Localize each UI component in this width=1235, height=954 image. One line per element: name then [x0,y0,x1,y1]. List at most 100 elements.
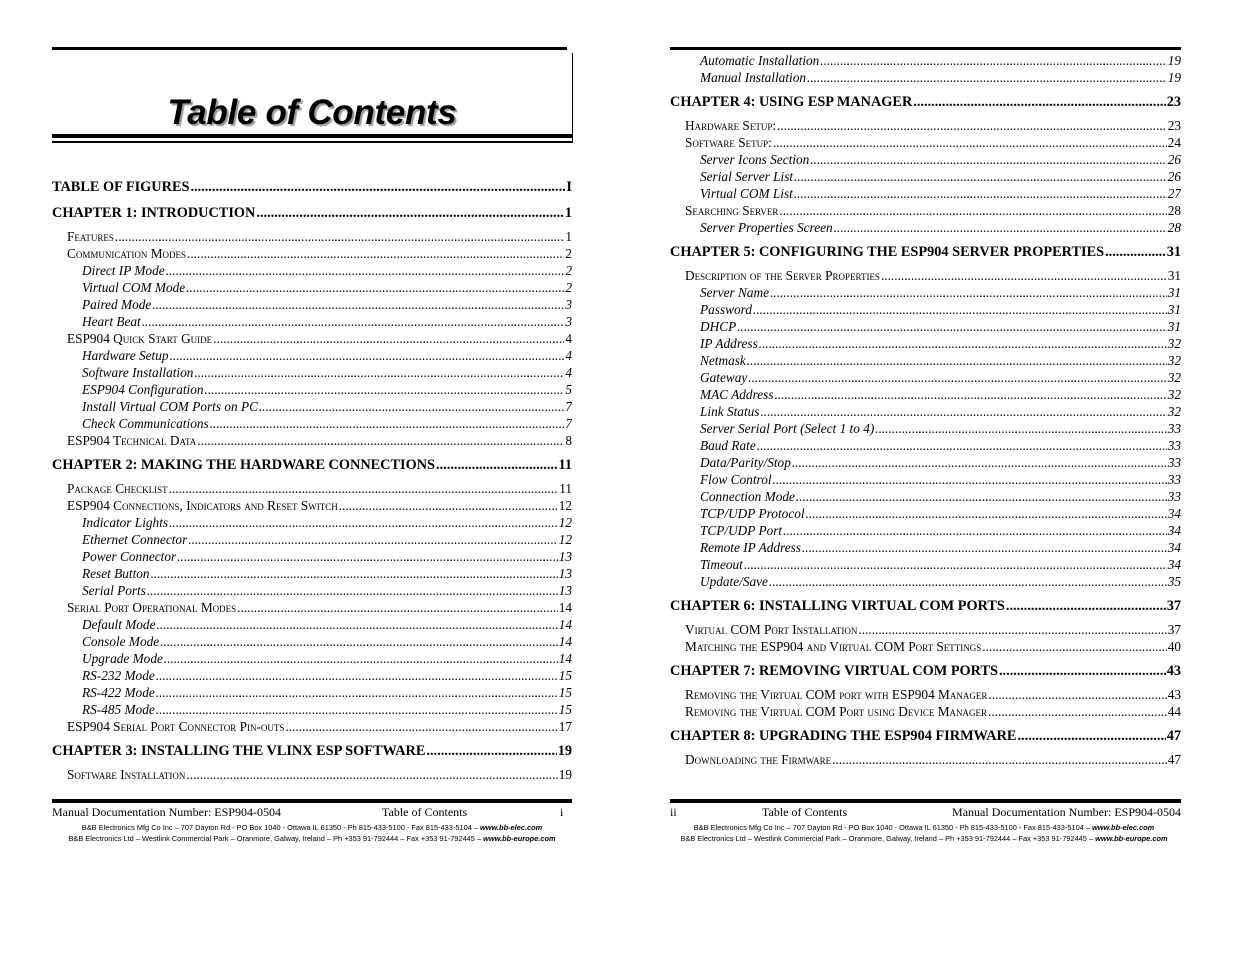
toc-section-entry[interactable]: ESP904 Quick Start Guide 4 [52,330,572,347]
toc-entry-label: Automatic Installation [700,53,820,68]
toc-chapter-entry[interactable]: CHAPTER 1: INTRODUCTION 1 [52,204,572,223]
toc-section-entry[interactable]: Downloading the Firmware 47 [670,751,1181,768]
toc-subsection-entry[interactable]: Automatic Installation 19 [670,52,1181,69]
toc-subsection-entry[interactable]: Heart Beat 3 [52,313,572,330]
toc-entry-page-number: 3 [565,297,572,312]
title-bottom-rule [52,134,573,138]
toc-chapter-entry[interactable]: CHAPTER 6: INSTALLING VIRTUAL COM PORTS 3… [670,597,1181,616]
toc-entry-page-number: 33 [1167,489,1181,504]
toc-subsection-entry[interactable]: IP Address 32 [670,335,1181,352]
toc-section-entry[interactable]: Package Checklist 11 [52,480,572,497]
toc-section-entry[interactable]: Hardware Setup: 23 [670,117,1181,134]
toc-subsection-entry[interactable]: Power Connector 13 [52,548,572,565]
toc-subsection-entry[interactable]: DHCP 31 [670,318,1181,335]
toc-chapter-entry[interactable]: TABLE OF FIGURES I [52,178,572,197]
toc-subsection-entry[interactable]: Serial Server List 26 [670,168,1181,185]
toc-section-entry[interactable]: ESP904 Serial Port Connector Pin-outs 17 [52,718,572,735]
dot-leader [858,621,1166,638]
toc-subsection-entry[interactable]: TCP/UDP Port 34 [670,522,1181,539]
toc-subsection-entry[interactable]: Gateway 32 [670,369,1181,386]
toc-subsection-entry[interactable]: Netmask 32 [670,352,1181,369]
toc-section-entry[interactable]: Software Setup: 24 [670,134,1181,151]
toc-section-entry[interactable]: Removing the Virtual COM Port using Devi… [670,703,1181,720]
dot-leader [142,313,565,330]
toc-entry-label: Matching the ESP904 and Virtual COM Port… [685,639,982,654]
toc-subsection-entry[interactable]: RS-232 Mode 15 [52,667,572,684]
toc-subsection-entry[interactable]: Server Properties Screen 28 [670,219,1181,236]
toc-section-entry[interactable]: Virtual COM Port Installation 37 [670,621,1181,638]
toc-chapter-entry[interactable]: CHAPTER 7: REMOVING VIRTUAL COM PORTS 43 [670,662,1181,681]
dot-leader [169,480,559,497]
toc-section-entry[interactable]: Matching the ESP904 and Virtual COM Port… [670,638,1181,655]
toc-section-entry[interactable]: Removing the Virtual COM port with ESP90… [670,686,1181,703]
toc-subsection-entry[interactable]: Flow Control 33 [670,471,1181,488]
toc-subsection-entry[interactable]: Upgrade Mode 14 [52,650,572,667]
eu-website-link[interactable]: www.bb-europe.com [1095,834,1167,843]
toc-subsection-entry[interactable]: Connection Mode 33 [670,488,1181,505]
toc-entry-page-number: 34 [1167,523,1181,538]
toc-chapter-entry[interactable]: CHAPTER 5: CONFIGURING THE ESP904 SERVER… [670,243,1181,262]
dot-leader [792,454,1167,471]
toc-section-entry[interactable]: Communication Modes 2 [52,245,572,262]
toc-subsection-entry[interactable]: MAC Address 32 [670,386,1181,403]
us-website-link[interactable]: www.bb-elec.com [1092,823,1154,832]
toc-subsection-entry[interactable]: RS-422 Mode 15 [52,684,572,701]
toc-subsection-entry[interactable]: Timeout 34 [670,556,1181,573]
toc-chapter-entry[interactable]: CHAPTER 8: UPGRADING THE ESP904 FIRMWARE… [670,727,1181,746]
toc-subsection-entry[interactable]: Indicator Lights 12 [52,514,572,531]
toc-subsection-entry[interactable]: ESP904 Configuration 5 [52,381,572,398]
toc-subsection-entry[interactable]: Software Installation 4 [52,364,572,381]
toc-section-entry[interactable]: Description of the Server Properties 31 [670,267,1181,284]
toc-subsection-entry[interactable]: Reset Button 13 [52,565,572,582]
toc-entry-label: Heart Beat [82,314,141,329]
dot-leader [802,539,1167,556]
toc-entry-label: Reset Button [82,566,150,581]
toc-section-entry[interactable]: Features 1 [52,228,572,245]
toc-subsection-entry[interactable]: Console Mode 14 [52,633,572,650]
toc-subsection-entry[interactable]: Remote IP Address 34 [670,539,1181,556]
us-website-link[interactable]: www.bb-elec.com [480,823,542,832]
toc-subsection-entry[interactable]: Server Name 31 [670,284,1181,301]
toc-subsection-entry[interactable]: Ethernet Connector 12 [52,531,572,548]
toc-chapter-entry[interactable]: CHAPTER 4: USING ESP MANAGER 23 [670,93,1181,112]
toc-entry-label: Baud Rate [700,438,756,453]
toc-subsection-entry[interactable]: Default Mode 14 [52,616,572,633]
toc-subsection-entry[interactable]: Paired Mode 3 [52,296,572,313]
footer-doc-number: Manual Documentation Number: ESP904-0504 [952,805,1181,819]
toc-subsection-entry[interactable]: Manual Installation 19 [670,69,1181,86]
toc-subsection-entry[interactable]: Server Serial Port (Select 1 to 4) 33 [670,420,1181,437]
dot-leader [757,437,1167,454]
toc-subsection-entry[interactable]: Check Communications 7 [52,415,572,432]
toc-subsection-entry[interactable]: Update/Save 35 [670,573,1181,590]
toc-entry-page-number: 32 [1167,387,1181,402]
toc-chapter-entry[interactable]: CHAPTER 2: MAKING THE HARDWARE CONNECTIO… [52,456,572,475]
dot-leader [982,638,1166,655]
toc-subsection-entry[interactable]: Serial Ports 13 [52,582,572,599]
toc-subsection-entry[interactable]: Data/Parity/Stop 33 [670,454,1181,471]
dot-leader [759,335,1167,352]
eu-website-link[interactable]: www.bb-europe.com [483,834,555,843]
dot-leader [170,347,565,364]
toc-subsection-entry[interactable]: Virtual COM List 27 [670,185,1181,202]
toc-subsection-entry[interactable]: Hardware Setup 4 [52,347,572,364]
toc-chapter-entry[interactable]: CHAPTER 3: INSTALLING THE VLINX ESP SOFT… [52,742,572,761]
toc-subsection-entry[interactable]: RS-485 Mode 15 [52,701,572,718]
toc-subsection-entry[interactable]: Server Icons Section 26 [670,151,1181,168]
toc-section-entry[interactable]: Serial Port Operational Modes 14 [52,599,572,616]
dot-leader [875,420,1166,437]
toc-section-entry[interactable]: Software Installation 19 [52,766,572,783]
toc-subsection-entry[interactable]: TCP/UDP Protocol 34 [670,505,1181,522]
dot-leader [794,185,1167,202]
toc-section-entry[interactable]: ESP904 Technical Data 8 [52,432,572,449]
toc-entry-page-number: 44 [1167,704,1181,719]
toc-subsection-entry[interactable]: Password 31 [670,301,1181,318]
toc-section-entry[interactable]: Searching Server 28 [670,202,1181,219]
toc-entry-label: Searching Server [685,203,779,218]
toc-subsection-entry[interactable]: Install Virtual COM Ports on PC 7 [52,398,572,415]
toc-subsection-entry[interactable]: Baud Rate 33 [670,437,1181,454]
toc-section-entry[interactable]: ESP904 Connections, Indicators and Reset… [52,497,572,514]
toc-subsection-entry[interactable]: Link Status 32 [670,403,1181,420]
toc-subsection-entry[interactable]: Virtual COM Mode 2 [52,279,572,296]
dot-leader [832,751,1167,768]
toc-subsection-entry[interactable]: Direct IP Mode 2 [52,262,572,279]
